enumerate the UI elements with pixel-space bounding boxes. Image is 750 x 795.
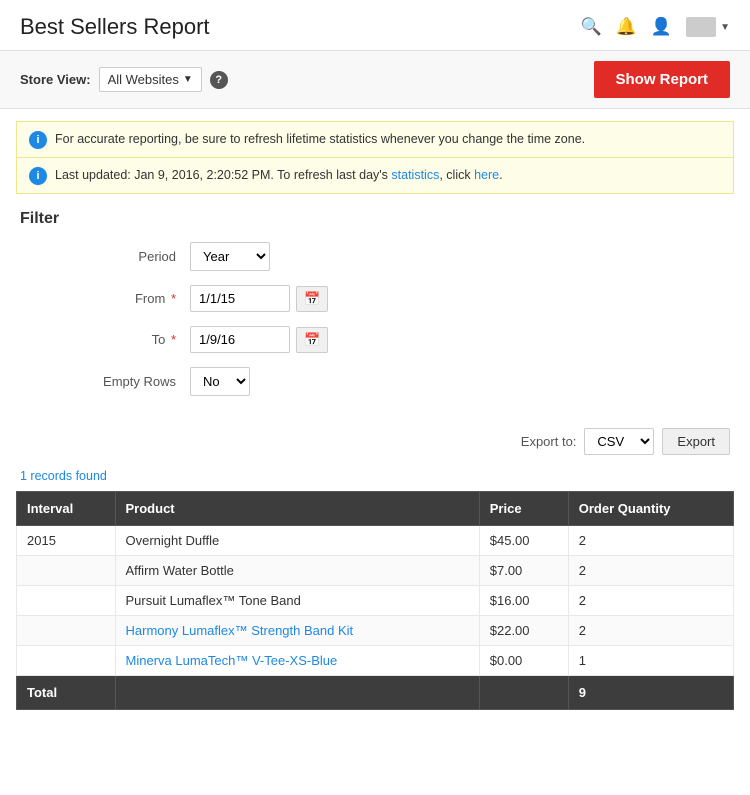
table-row: Affirm Water Bottle$7.002 (17, 556, 734, 586)
info-banners: i For accurate reporting, be sure to ref… (16, 121, 734, 194)
to-required-star: * (171, 332, 176, 347)
here-link[interactable]: here (474, 168, 499, 182)
show-report-button[interactable]: Show Report (594, 61, 731, 98)
cell-interval (17, 556, 116, 586)
user-icon[interactable]: 👤 (651, 17, 672, 37)
cell-interval (17, 646, 116, 676)
help-icon[interactable]: ? (210, 71, 228, 89)
store-view-left: Store View: All Websites ▼ ? (20, 67, 228, 92)
to-control: 📅 (190, 326, 328, 353)
bell-icon[interactable]: 🔔 (616, 17, 637, 37)
cell-product[interactable]: Harmony Lumaflex™ Strength Band Kit (115, 616, 479, 646)
store-view-label: Store View: (20, 72, 91, 87)
cell-product: Pursuit Lumaflex™ Tone Band (115, 586, 479, 616)
empty-rows-select-wrapper: No Yes (190, 367, 250, 396)
filter-title: Filter (20, 210, 730, 228)
table-row: 2015Overnight Duffle$45.002 (17, 526, 734, 556)
from-calendar-button[interactable]: 📅 (296, 286, 328, 312)
table-header-row: Interval Product Price Order Quantity (17, 492, 734, 526)
from-control: 📅 (190, 285, 328, 312)
col-header-quantity: Order Quantity (568, 492, 733, 526)
info-icon-2: i (29, 167, 47, 185)
to-label: To * (30, 332, 190, 347)
cell-product[interactable]: Minerva LumaTech™ V-Tee-XS-Blue (115, 646, 479, 676)
cell-quantity: 2 (568, 586, 733, 616)
table-row: Minerva LumaTech™ V-Tee-XS-Blue $0.001 (17, 646, 734, 676)
footer-total-label: Total (17, 676, 116, 710)
cell-quantity: 2 (568, 556, 733, 586)
data-table: Interval Product Price Order Quantity 20… (16, 491, 734, 710)
footer-empty-2 (479, 676, 568, 710)
export-button[interactable]: Export (662, 428, 730, 455)
period-select-wrapper: Year Month Day (190, 242, 270, 271)
footer-empty-1 (115, 676, 479, 710)
to-calendar-button[interactable]: 📅 (296, 327, 328, 353)
cell-product: Affirm Water Bottle (115, 556, 479, 586)
export-format-select[interactable]: CSV Excel (584, 428, 654, 455)
col-header-interval: Interval (17, 492, 116, 526)
info-text-2: Last updated: Jan 9, 2016, 2:20:52 PM. T… (55, 166, 503, 185)
export-bar: Export to: CSV Excel Export (0, 420, 750, 465)
search-icon[interactable]: 🔍 (581, 17, 602, 37)
cell-quantity: 2 (568, 526, 733, 556)
empty-rows-select[interactable]: No Yes (190, 367, 250, 396)
table-row: Harmony Lumaflex™ Strength Band Kit $22.0… (17, 616, 734, 646)
export-to-label: Export to: (521, 434, 577, 449)
chevron-down-icon: ▼ (183, 74, 193, 85)
table-row: Pursuit Lumaflex™ Tone Band$16.002 (17, 586, 734, 616)
cell-product: Overnight Duffle (115, 526, 479, 556)
cell-price: $22.00 (479, 616, 568, 646)
from-date-input[interactable] (190, 285, 290, 312)
cell-interval: 2015 (17, 526, 116, 556)
cell-price: $7.00 (479, 556, 568, 586)
cell-price: $0.00 (479, 646, 568, 676)
cell-interval (17, 616, 116, 646)
header-icons: 🔍 🔔 👤 ▼ (581, 17, 730, 37)
from-label: From * (30, 291, 190, 306)
empty-rows-row: Empty Rows No Yes (30, 367, 720, 396)
info-banner-1: i For accurate reporting, be sure to ref… (17, 122, 733, 158)
empty-rows-label: Empty Rows (30, 374, 190, 389)
info-text-middle: , click (439, 168, 474, 182)
product-link[interactable]: Minerva LumaTech™ V-Tee-XS-Blue (126, 653, 338, 668)
empty-rows-control: No Yes (190, 367, 250, 396)
cell-price: $45.00 (479, 526, 568, 556)
cell-interval (17, 586, 116, 616)
col-header-product: Product (115, 492, 479, 526)
info-text-after: . (499, 168, 502, 182)
page-title: Best Sellers Report (20, 14, 210, 40)
cell-quantity: 1 (568, 646, 733, 676)
product-link[interactable]: Harmony Lumaflex™ Strength Band Kit (126, 623, 354, 638)
info-icon-1: i (29, 131, 47, 149)
user-avatar (686, 17, 716, 37)
period-control: Year Month Day (190, 242, 270, 271)
table-footer-row: Total 9 (17, 676, 734, 710)
to-date-input[interactable] (190, 326, 290, 353)
col-header-price: Price (479, 492, 568, 526)
info-banner-2: i Last updated: Jan 9, 2016, 2:20:52 PM.… (17, 158, 733, 193)
store-view-bar: Store View: All Websites ▼ ? Show Report (0, 51, 750, 109)
last-updated-text: Last updated: Jan 9, 2016, 2:20:52 PM. T… (55, 168, 391, 182)
period-select[interactable]: Year Month Day (190, 242, 270, 271)
period-label: Period (30, 249, 190, 264)
cell-price: $16.00 (479, 586, 568, 616)
records-found: 1 records found (0, 465, 750, 491)
filter-section: Filter Period Year Month Day (0, 194, 750, 420)
filter-form: Period Year Month Day From * (20, 242, 730, 396)
export-format-wrapper: CSV Excel (584, 428, 654, 455)
page-header: Best Sellers Report 🔍 🔔 👤 ▼ (0, 0, 750, 51)
cell-quantity: 2 (568, 616, 733, 646)
store-view-select[interactable]: All Websites ▼ (99, 67, 202, 92)
footer-total-quantity: 9 (568, 676, 733, 710)
to-row: To * 📅 (30, 326, 720, 353)
from-row: From * 📅 (30, 285, 720, 312)
user-block[interactable]: ▼ (686, 17, 730, 37)
period-row: Period Year Month Day (30, 242, 720, 271)
info-text-1: For accurate reporting, be sure to refre… (55, 130, 585, 149)
statistics-link[interactable]: statistics (391, 168, 439, 182)
store-view-value: All Websites (108, 72, 179, 87)
from-required-star: * (171, 291, 176, 306)
chevron-down-icon: ▼ (720, 22, 730, 33)
